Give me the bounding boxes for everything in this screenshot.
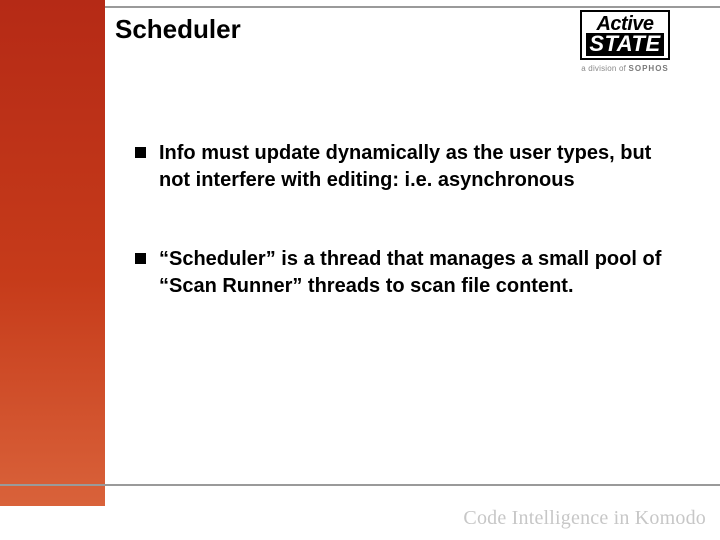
logo-subtitle: a division of SOPHOS bbox=[550, 64, 700, 73]
bullet-text: “Scheduler” is a thread that manages a s… bbox=[159, 248, 661, 297]
footer-watermark: Code Intelligence in Komodo bbox=[463, 507, 706, 530]
logo-sub-brand: SOPHOS bbox=[629, 64, 669, 73]
logo-sub-prefix: a division of bbox=[581, 64, 628, 73]
bullet-list: Info must update dynamically as the user… bbox=[135, 140, 675, 352]
logo-text-bottom: STATE bbox=[586, 33, 663, 56]
page-title: Scheduler bbox=[115, 14, 241, 45]
bottom-divider bbox=[0, 484, 720, 486]
list-item: “Scheduler” is a thread that manages a s… bbox=[135, 246, 675, 300]
list-item: Info must update dynamically as the user… bbox=[135, 140, 675, 194]
logo-frame: Active STATE bbox=[580, 10, 669, 60]
slide: Scheduler Active STATE a division of SOP… bbox=[0, 0, 720, 540]
brand-logo: Active STATE a division of SOPHOS bbox=[550, 10, 700, 73]
bullet-text: Info must update dynamically as the user… bbox=[159, 142, 651, 191]
top-divider bbox=[105, 6, 720, 8]
left-accent-band bbox=[0, 0, 105, 506]
